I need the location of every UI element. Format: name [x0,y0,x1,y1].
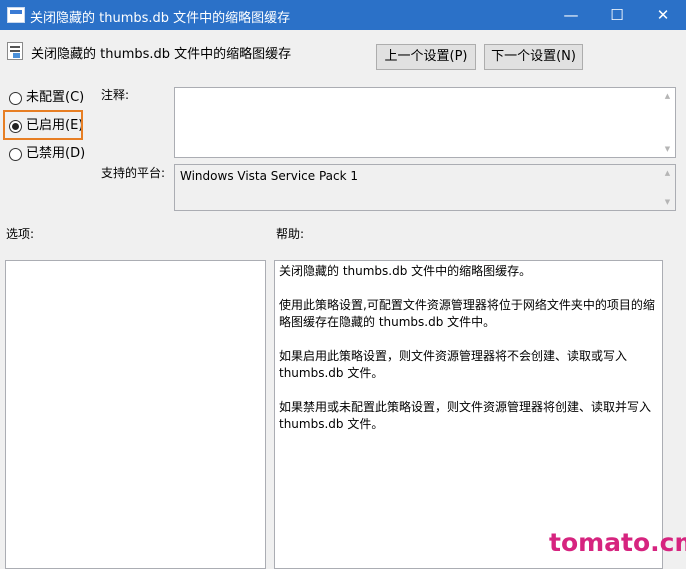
help-label: 帮助: [276,227,305,241]
help-paragraph: 关闭隐藏的 thumbs.db 文件中的缩略图缓存。 [279,264,532,278]
options-label: 选项: [6,227,35,241]
radio-button[interactable] [9,92,22,105]
help-text: 关闭隐藏的 thumbs.db 文件中的缩略图缓存。 使用此策略设置,可配置文件… [279,263,659,450]
help-paragraph: 使用此策略设置,可配置文件资源管理器将位于网络文件夹中的项目的缩略图缓存在隐藏的… [279,298,655,329]
watermark: tomato.cm [549,528,686,557]
scroll-down-icon: ▼ [664,198,671,206]
next-setting-button[interactable]: 下一个设置(N) [484,44,583,70]
title-bar: 关闭隐藏的 thumbs.db 文件中的缩略图缓存 — ☐ ✕ [0,0,686,30]
help-panel: 关闭隐藏的 thumbs.db 文件中的缩略图缓存。 使用此策略设置,可配置文件… [274,260,663,569]
help-paragraph: 如果启用此策略设置，则文件资源管理器将不会创建、读取或写入 thumbs.db … [279,349,628,380]
app-icon [7,7,25,23]
radio-label: 未配置(C) [26,90,85,105]
radio-button[interactable] [9,148,22,161]
platform-label: 支持的平台: [101,166,166,180]
scroll-down-icon[interactable]: ▼ [662,144,673,154]
platform-value: Windows Vista Service Pack 1 [180,169,358,183]
scroll-up-icon: ▲ [664,169,671,177]
options-panel [5,260,266,569]
platform-field: Windows Vista Service Pack 1 ▲ ▼ [174,164,676,211]
maximize-button[interactable]: ☐ [594,0,640,30]
policy-icon [7,42,23,60]
window-title: 关闭隐藏的 thumbs.db 文件中的缩略图缓存 [30,11,291,26]
comment-label: 注释: [101,88,130,102]
help-paragraph: 如果禁用或未配置此策略设置，则文件资源管理器将创建、读取并写入 thumbs.d… [279,400,652,431]
policy-title: 关闭隐藏的 thumbs.db 文件中的缩略图缓存 [31,47,292,62]
scroll-up-icon[interactable]: ▲ [662,91,673,101]
enabled-highlight-frame [3,110,83,140]
previous-setting-button[interactable]: 上一个设置(P) [376,44,476,70]
minimize-button[interactable]: — [548,0,594,30]
comment-textarea[interactable]: ▲ ▼ [174,87,676,158]
close-button[interactable]: ✕ [640,0,686,30]
radio-label: 已禁用(D) [26,146,86,161]
